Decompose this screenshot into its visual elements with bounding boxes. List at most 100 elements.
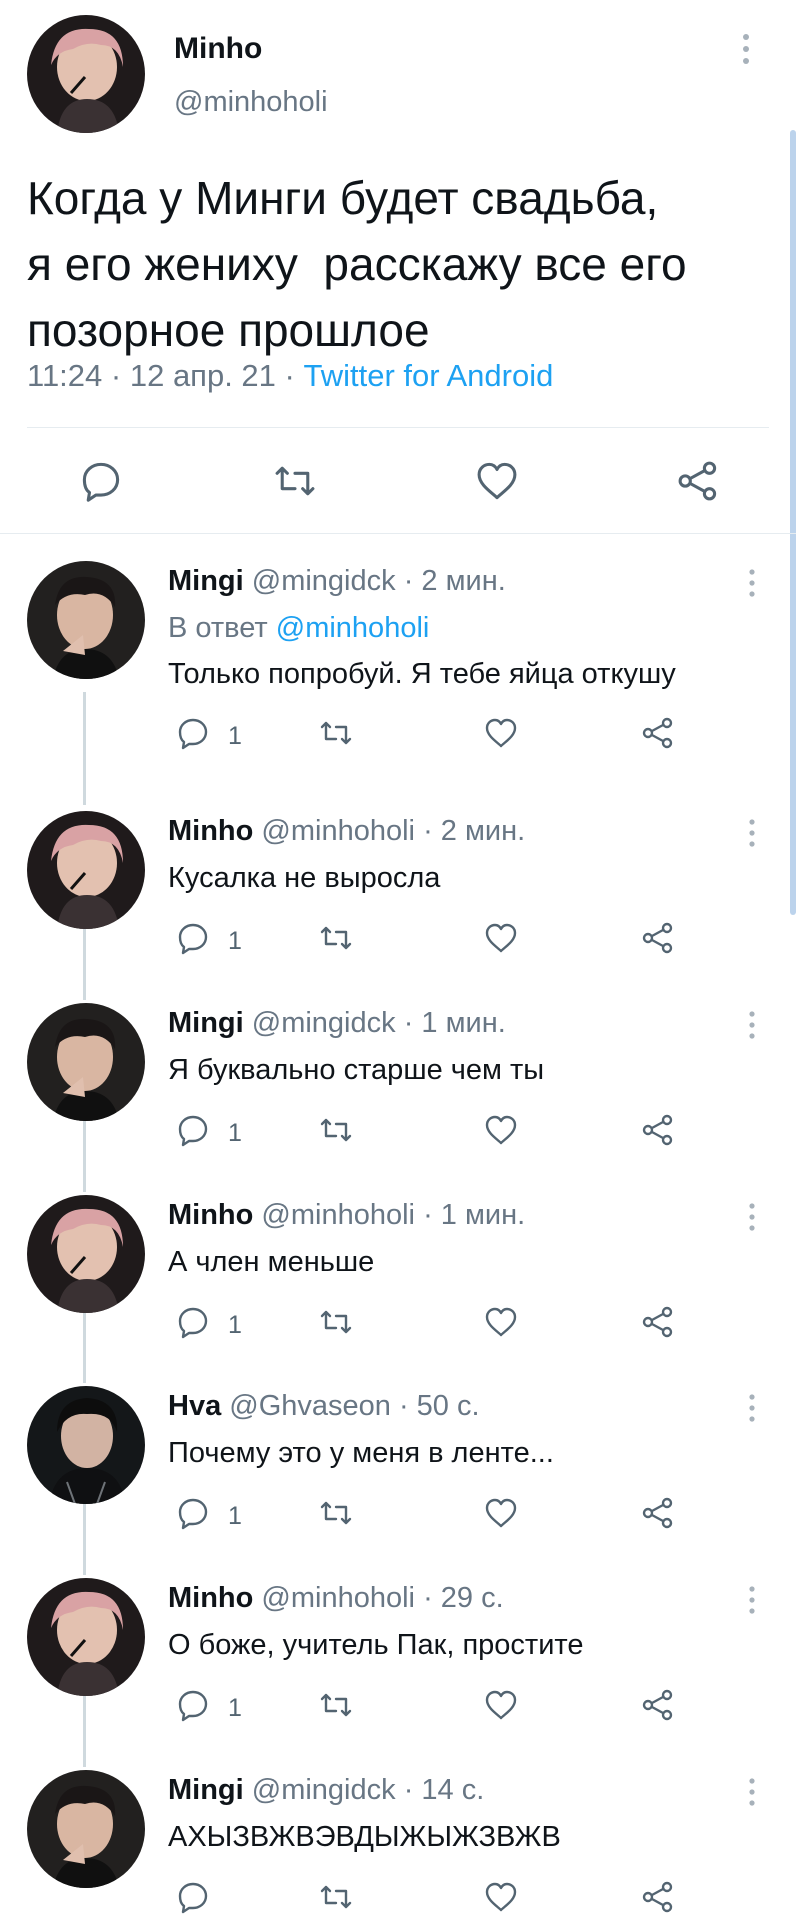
retweet-icon[interactable] [318,1879,354,1915]
reply-tweet[interactable]: Mingi @mingidck · 1 мин. Я буквально ста… [0,987,796,1177]
reply-header: Mingi @mingidck · 2 мин. [168,565,506,598]
share-icon[interactable] [640,715,676,751]
more-vertical-icon[interactable] [745,1584,759,1616]
reply-count: 1 [228,1694,242,1722]
retweet-icon[interactable] [318,715,354,751]
meta-separator: · [102,358,130,393]
reply-text: Почему это у меня в ленте... [168,1437,554,1469]
reply-header: Minho @minhoholi · 2 мин. [168,815,525,848]
author-name[interactable]: Mingi [168,1774,244,1806]
reply-tweet[interactable]: Hva @Ghvaseon · 50 с. Почему это у меня … [0,1370,796,1560]
reply-count: 1 [228,1119,242,1147]
avatar[interactable] [27,1578,145,1696]
author-name[interactable]: Mingi [168,565,244,597]
avatar[interactable] [27,15,145,133]
more-vertical-icon[interactable] [745,1009,759,1041]
tweet-source[interactable]: Twitter for Android [303,358,553,393]
reply-icon[interactable] [78,458,124,504]
author-handle[interactable]: @minhoholi [261,815,415,847]
author-name[interactable]: Hva [168,1390,221,1422]
author-name[interactable]: Minho [168,1582,253,1614]
author-handle[interactable]: @minhoholi [261,1199,415,1231]
reply-icon[interactable] [175,1304,211,1340]
more-vertical-icon[interactable] [745,567,759,599]
like-icon[interactable] [483,715,519,751]
reply-text: А член меньше [168,1246,375,1278]
reply-tweet[interactable]: Minho @minhoholi · 1 мин. А член меньше … [0,1179,796,1369]
more-vertical-icon[interactable] [745,1201,759,1233]
share-icon[interactable] [640,1879,676,1915]
divider [27,427,769,428]
share-icon[interactable] [675,458,721,504]
share-icon[interactable] [640,920,676,956]
author-handle[interactable]: @mingidck [252,1774,396,1806]
retweet-icon[interactable] [318,1304,354,1340]
reply-text: О боже, учитель Пак, простите [168,1629,584,1661]
avatar[interactable] [27,561,145,679]
like-icon[interactable] [483,1495,519,1531]
like-icon[interactable] [483,1304,519,1340]
share-icon[interactable] [640,1112,676,1148]
author-name[interactable]: Mingi [168,1007,244,1039]
like-icon[interactable] [483,920,519,956]
like-icon[interactable] [483,1112,519,1148]
reply-time: · 29 с. [423,1582,504,1614]
reply-header: Mingi @mingidck · 14 с. [168,1774,484,1807]
like-icon[interactable] [483,1687,519,1723]
author-name[interactable]: Minho [168,815,253,847]
reply-icon[interactable] [175,920,211,956]
more-vertical-icon[interactable] [745,817,759,849]
retweet-icon[interactable] [318,1687,354,1723]
reply-icon[interactable] [175,1687,211,1723]
retweet-icon[interactable] [318,1495,354,1531]
reply-time: · 2 мин. [403,565,506,597]
share-icon[interactable] [640,1495,676,1531]
reply-icon[interactable] [175,715,211,751]
replying-to-handle[interactable]: @minhoholi [276,612,430,644]
author-name[interactable]: Minho [174,32,262,66]
more-vertical-icon[interactable] [745,1776,759,1808]
avatar[interactable] [27,1003,145,1121]
tweet-text-line: я его жениху расскажу все его [27,238,687,290]
author-handle[interactable]: @minhoholi [261,1582,415,1614]
author-handle[interactable]: @mingidck [252,1007,396,1039]
reply-text: АХЫЗВЖВЭВДЫЖЫЖЗВЖВ [168,1821,561,1853]
reply-tweet[interactable]: Minho @minhoholi · 29 с. О боже, учитель… [0,1562,796,1752]
share-icon[interactable] [640,1687,676,1723]
author-name[interactable]: Minho [168,1199,253,1231]
reply-text: Только попробуй. Я тебе яйца откушу [168,658,676,690]
more-vertical-icon[interactable] [738,32,754,66]
reply-icon[interactable] [175,1112,211,1148]
reply-header: Mingi @mingidck · 1 мин. [168,1007,506,1040]
reply-count: 1 [228,927,242,955]
reply-tweet[interactable]: Minho @minhoholi · 2 мин. Кусалка не выр… [0,795,796,985]
avatar[interactable] [27,1195,145,1313]
reply-icon[interactable] [175,1879,211,1915]
like-icon[interactable] [474,458,520,504]
more-vertical-icon[interactable] [745,1392,759,1424]
avatar[interactable] [27,811,145,929]
author-handle[interactable]: @mingidck [252,565,396,597]
avatar[interactable] [27,1386,145,1504]
tweet-time[interactable]: 11:24 [27,358,102,393]
retweet-icon[interactable] [318,920,354,956]
author-handle[interactable]: @minhoholi [174,86,328,119]
retweet-icon[interactable] [272,458,318,504]
retweet-icon[interactable] [318,1112,354,1148]
reply-text: Я буквально старше чем ты [168,1054,545,1086]
avatar[interactable] [27,1770,145,1888]
reply-text: Кусалка не выросла [168,862,441,894]
reply-tweet[interactable]: Mingi @mingidck · 14 с. АХЫЗВЖВЭВДЫЖЫЖЗВ… [0,1754,796,1920]
replying-to: В ответ @minhoholi [168,612,429,645]
reply-time: · 2 мин. [423,815,526,847]
author-handle[interactable]: @Ghvaseon [229,1390,391,1422]
tweet-date[interactable]: 12 апр. 21 [130,358,276,393]
reply-header: Hva @Ghvaseon · 50 с. [168,1390,480,1423]
reply-tweet[interactable]: Mingi @mingidck · 2 мин. В ответ @minhoh… [0,545,796,790]
meta-separator: · [275,358,304,393]
tweet-meta: 11:24 · 12 апр. 21 · Twitter for Android [27,358,553,394]
share-icon[interactable] [640,1304,676,1340]
main-tweet: Minho @minhoholi Когда у Минги будет сва… [0,0,796,534]
like-icon[interactable] [483,1879,519,1915]
reply-icon[interactable] [175,1495,211,1531]
